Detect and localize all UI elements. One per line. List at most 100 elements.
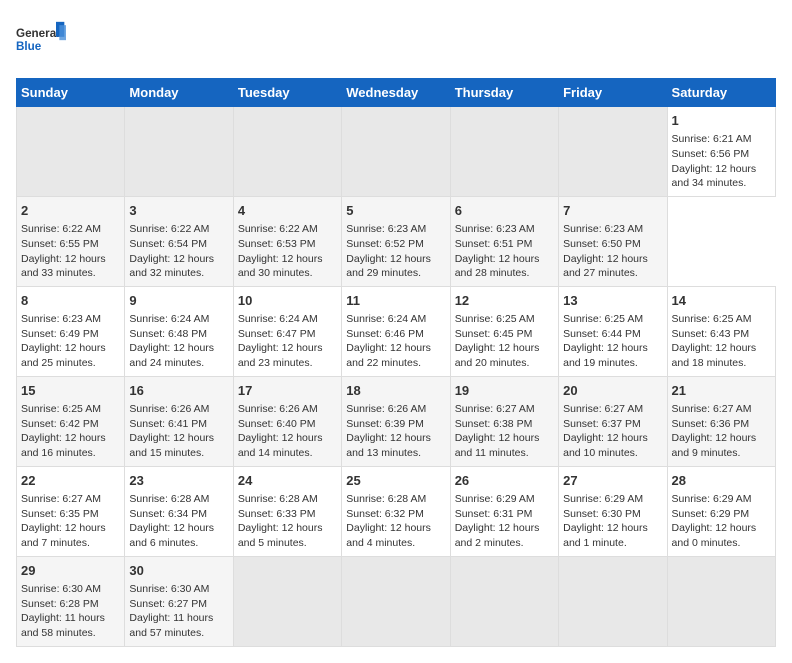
sunrise-text: Sunrise: 6:23 AM: [455, 223, 535, 235]
calendar-cell-empty: [450, 107, 558, 197]
daylight-text: Daylight: 12 hours and 1 minute.: [563, 522, 648, 549]
calendar-cell: 1Sunrise: 6:21 AMSunset: 6:56 PMDaylight…: [667, 107, 775, 197]
sunrise-text: Sunrise: 6:26 AM: [346, 403, 426, 415]
sunrise-text: Sunrise: 6:24 AM: [129, 313, 209, 325]
day-number: 25: [346, 472, 445, 490]
col-header-monday: Monday: [125, 79, 233, 107]
daylight-text: Daylight: 12 hours and 19 minutes.: [563, 342, 648, 369]
sunset-text: Sunset: 6:34 PM: [129, 508, 207, 520]
sunrise-text: Sunrise: 6:29 AM: [672, 493, 752, 505]
day-number: 3: [129, 202, 228, 220]
day-number: 6: [455, 202, 554, 220]
calendar-cell: 25 Sunrise: 6:28 AM Sunset: 6:32 PM Dayligh…: [342, 466, 450, 556]
daylight-text: Daylight: 12 hours and 0 minutes.: [672, 522, 757, 549]
day-number: 19: [455, 382, 554, 400]
calendar-cell: 13Sunrise: 6:25 AMSunset: 6:44 PMDayligh…: [559, 286, 667, 376]
sunrise-text: Sunrise: 6:24 AM: [238, 313, 318, 325]
daylight-text: Daylight: 11 hours and 58 minutes.: [21, 612, 105, 639]
calendar-cell: 20Sunrise: 6:27 AMSunset: 6:37 PMDayligh…: [559, 376, 667, 466]
sunset-text: Sunset: 6:27 PM: [129, 598, 207, 610]
sunset-text: Sunset: 6:29 PM: [672, 508, 750, 520]
sunrise-text: Sunrise: 6:23 AM: [346, 223, 426, 235]
sunrise-text: Sunrise: 6:21 AM: [672, 133, 752, 145]
sunset-text: Sunset: 6:47 PM: [238, 328, 316, 340]
sunset-text: Sunset: 6:52 PM: [346, 238, 424, 250]
col-header-thursday: Thursday: [450, 79, 558, 107]
day-number: 24: [238, 472, 337, 490]
daylight-text: Daylight: 12 hours and 23 minutes.: [238, 342, 323, 369]
daylight-text: Daylight: 12 hours and 33 minutes.: [21, 253, 106, 280]
sunset-text: Sunset: 6:41 PM: [129, 418, 207, 430]
day-number: 26: [455, 472, 554, 490]
sunrise-text: Sunrise: 6:30 AM: [21, 583, 101, 595]
col-header-friday: Friday: [559, 79, 667, 107]
calendar-cell: 10Sunrise: 6:24 AMSunset: 6:47 PMDayligh…: [233, 286, 341, 376]
calendar-cell: 29Sunrise: 6:30 AMSunset: 6:28 PMDayligh…: [17, 556, 125, 646]
daylight-text: Daylight: 12 hours and 15 minutes.: [129, 432, 214, 459]
day-number: 13: [563, 292, 662, 310]
daylight-text: Daylight: 12 hours and 13 minutes.: [346, 432, 431, 459]
sunset-text: Sunset: 6:30 PM: [563, 508, 641, 520]
day-number: 1: [672, 112, 771, 130]
sunset-text: Sunset: 6:33 PM: [238, 508, 316, 520]
daylight-text: Daylight: 12 hours and 30 minutes.: [238, 253, 323, 280]
calendar-cell: 2Sunrise: 6:22 AMSunset: 6:55 PMDaylight…: [17, 196, 125, 286]
calendar-cell: 7Sunrise: 6:23 AMSunset: 6:50 PMDaylight…: [559, 196, 667, 286]
calendar-cell: 4Sunrise: 6:22 AMSunset: 6:53 PMDaylight…: [233, 196, 341, 286]
page-header: General Blue: [16, 16, 776, 66]
daylight-text: Daylight: 12 hours and 32 minutes.: [129, 253, 214, 280]
calendar-cell: 14Sunrise: 6:25 AMSunset: 6:43 PMDayligh…: [667, 286, 775, 376]
calendar-cell: [667, 556, 775, 646]
sunrise-text: Sunrise: 6:22 AM: [21, 223, 101, 235]
calendar-cell: 30Sunrise: 6:30 AMSunset: 6:27 PMDayligh…: [125, 556, 233, 646]
calendar-cell: 11Sunrise: 6:24 AMSunset: 6:46 PMDayligh…: [342, 286, 450, 376]
sunset-text: Sunset: 6:32 PM: [346, 508, 424, 520]
sunset-text: Sunset: 6:55 PM: [21, 238, 99, 250]
sunrise-text: Sunrise: 6:29 AM: [563, 493, 643, 505]
col-header-wednesday: Wednesday: [342, 79, 450, 107]
calendar-cell: 21Sunrise: 6:27 AMSunset: 6:36 PMDayligh…: [667, 376, 775, 466]
calendar-cell: 6 Sunrise: 6:23 AM Sunset: 6:51 PM Daylight…: [450, 196, 558, 286]
calendar-cell: [559, 556, 667, 646]
day-number: 28: [672, 472, 771, 490]
daylight-text: Daylight: 12 hours and 10 minutes.: [563, 432, 648, 459]
day-number: 8: [21, 292, 120, 310]
day-number: 20: [563, 382, 662, 400]
sunset-text: Sunset: 6:53 PM: [238, 238, 316, 250]
calendar-cell: [450, 556, 558, 646]
sunset-text: Sunset: 6:40 PM: [238, 418, 316, 430]
daylight-text: Daylight: 12 hours and 28 minutes.: [455, 253, 540, 280]
daylight-text: Daylight: 11 hours and 57 minutes.: [129, 612, 213, 639]
calendar-cell-empty: [559, 107, 667, 197]
daylight-text: Daylight: 12 hours and 14 minutes.: [238, 432, 323, 459]
sunset-text: Sunset: 6:51 PM: [455, 238, 533, 250]
sunrise-text: Sunrise: 6:28 AM: [129, 493, 209, 505]
daylight-text: Daylight: 12 hours and 7 minutes.: [21, 522, 106, 549]
daylight-text: Daylight: 12 hours and 29 minutes.: [346, 253, 431, 280]
day-number: 27: [563, 472, 662, 490]
daylight-text: Daylight: 12 hours and 16 minutes.: [21, 432, 106, 459]
sunrise-text: Sunrise: 6:27 AM: [455, 403, 535, 415]
calendar-cell-empty: [125, 107, 233, 197]
sunset-text: Sunset: 6:42 PM: [21, 418, 99, 430]
sunrise-text: Sunrise: 6:23 AM: [563, 223, 643, 235]
sunset-text: Sunset: 6:54 PM: [129, 238, 207, 250]
sunset-text: Sunset: 6:49 PM: [21, 328, 99, 340]
sunrise-text: Sunrise: 6:24 AM: [346, 313, 426, 325]
sunrise-text: Sunrise: 6:25 AM: [672, 313, 752, 325]
day-number: 14: [672, 292, 771, 310]
daylight-text: Daylight: 12 hours and 25 minutes.: [21, 342, 106, 369]
sunrise-text: Sunrise: 6:22 AM: [129, 223, 209, 235]
sunrise-text: Sunrise: 6:28 AM: [346, 493, 426, 505]
sunset-text: Sunset: 6:45 PM: [455, 328, 533, 340]
calendar-cell: 27 Sunrise: 6:29 AM Sunset: 6:30 PM Dayligh…: [559, 466, 667, 556]
col-header-tuesday: Tuesday: [233, 79, 341, 107]
daylight-text: Daylight: 12 hours and 2 minutes.: [455, 522, 540, 549]
sunrise-text: Sunrise: 6:25 AM: [563, 313, 643, 325]
daylight-text: Daylight: 12 hours and 4 minutes.: [346, 522, 431, 549]
daylight-text: Daylight: 12 hours and 9 minutes.: [672, 432, 757, 459]
calendar-cell: 9Sunrise: 6:24 AMSunset: 6:48 PMDaylight…: [125, 286, 233, 376]
day-number: 23: [129, 472, 228, 490]
calendar-cell: 17Sunrise: 6:26 AMSunset: 6:40 PMDayligh…: [233, 376, 341, 466]
calendar-cell: 3 Sunrise: 6:22 AM Sunset: 6:54 PM Daylight…: [125, 196, 233, 286]
